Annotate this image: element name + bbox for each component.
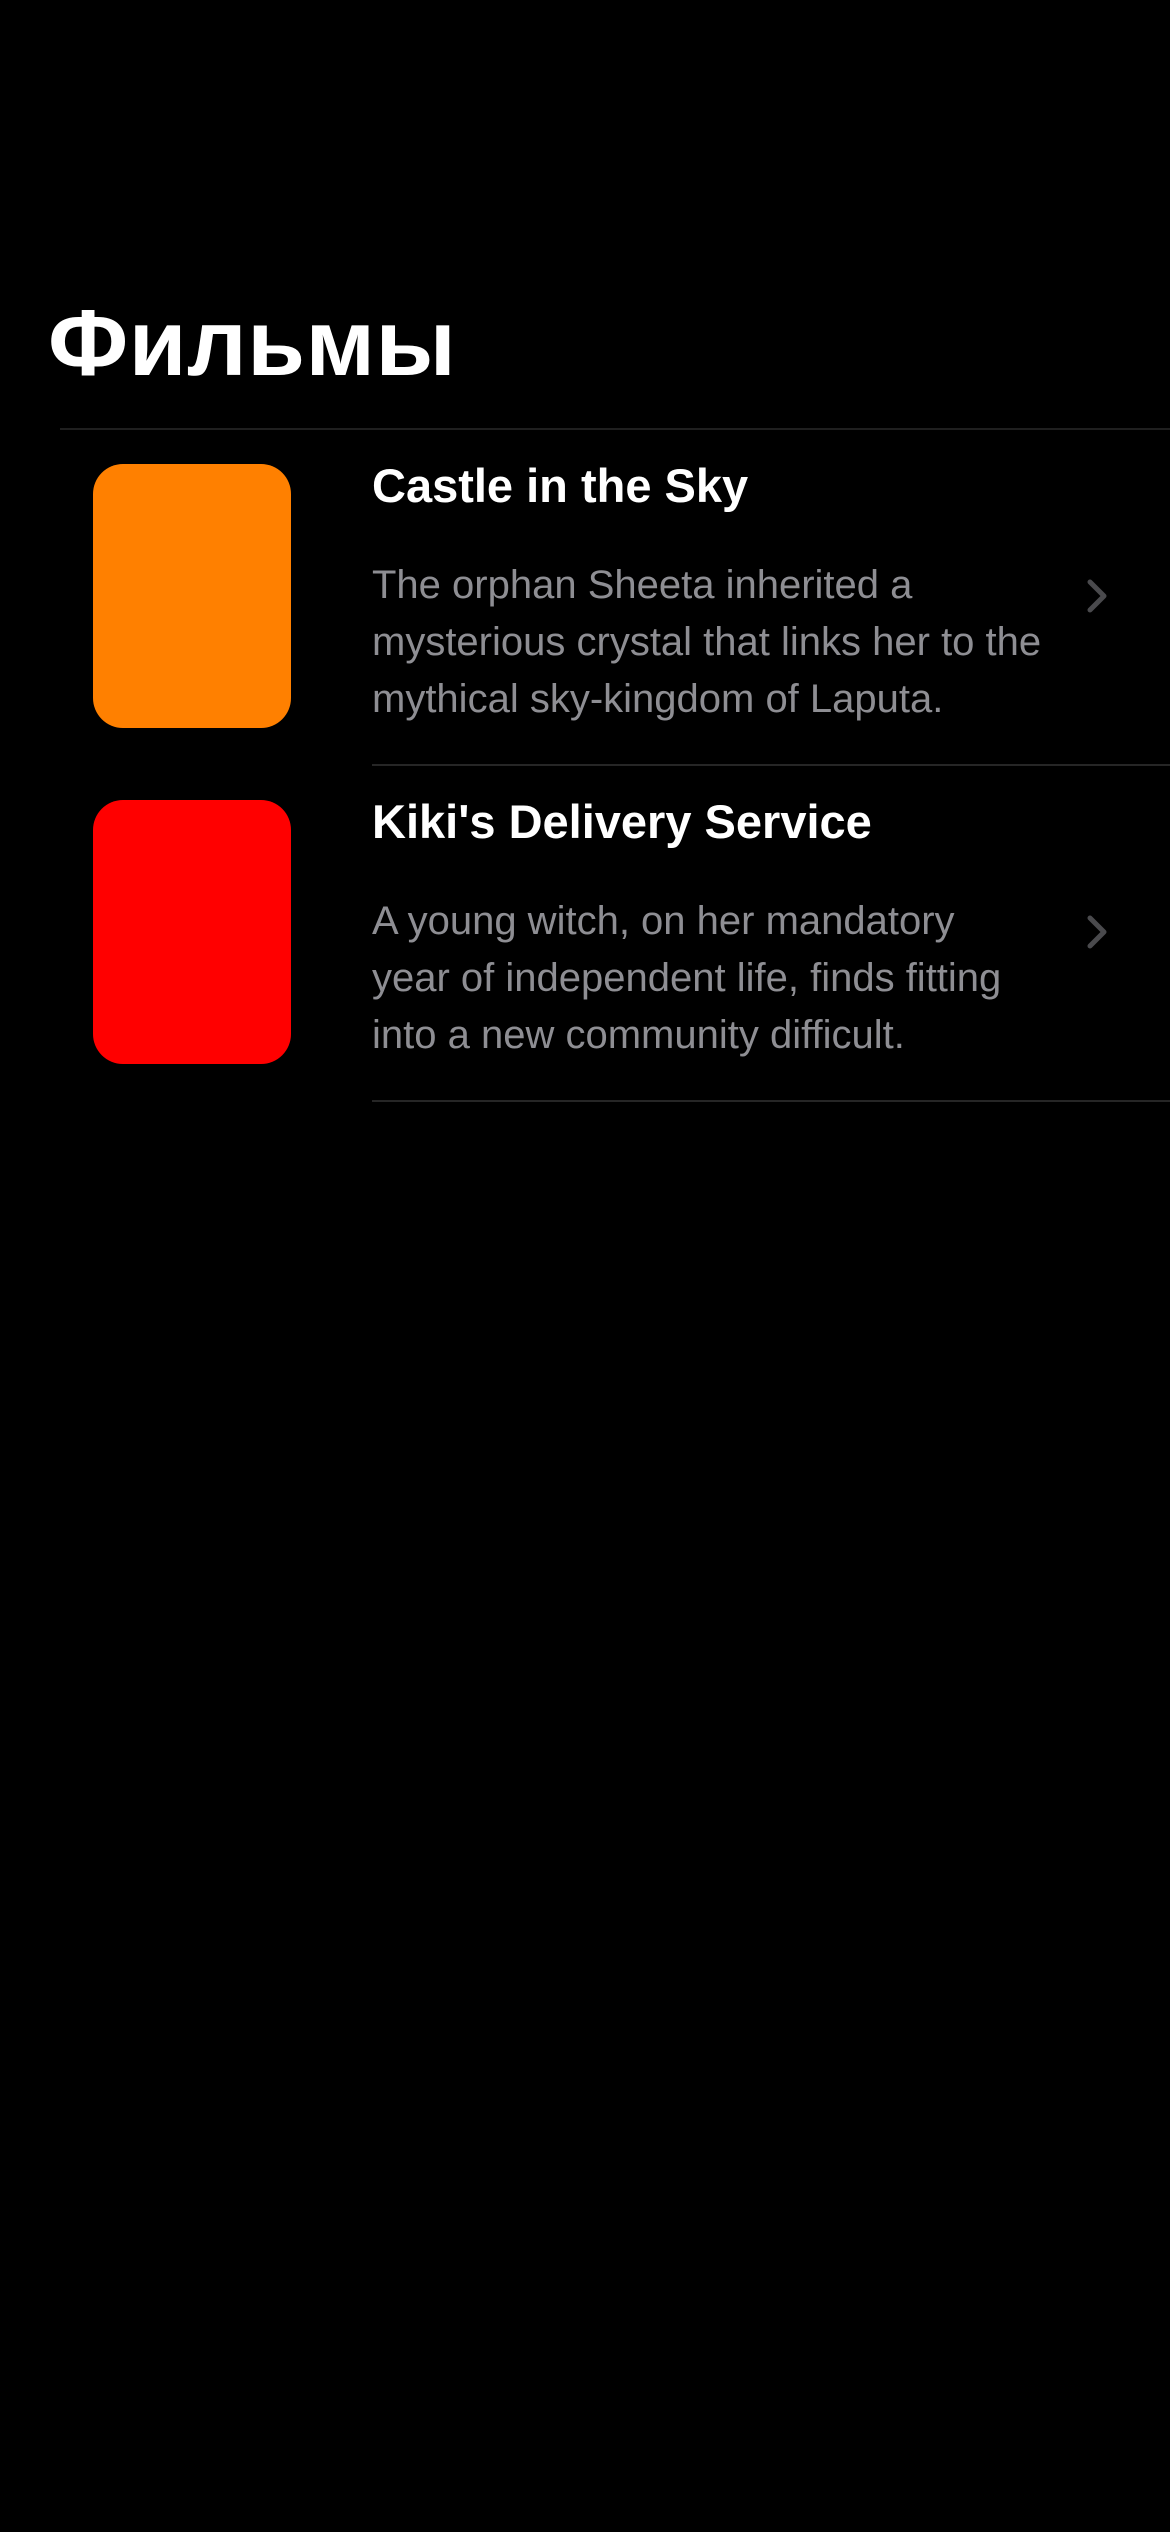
row-divider <box>372 1100 1170 1102</box>
film-title: Kiki's Delivery Service <box>372 795 872 848</box>
film-row-castle-in-the-sky[interactable]: Castle in the Sky The orphan Sheeta inhe… <box>0 430 1170 766</box>
film-description: The orphan Sheeta inherited a mysterious… <box>372 563 1042 721</box>
film-poster <box>93 464 291 728</box>
chevron-right-icon <box>1087 579 1107 613</box>
film-description: A young witch, on her mandatory year of … <box>372 899 1002 1057</box>
film-title: Castle in the Sky <box>372 459 749 512</box>
film-row-kikis-delivery-service[interactable]: Kiki's Delivery Service A young witch, o… <box>0 766 1170 1102</box>
film-list: Castle in the Sky The orphan Sheeta inhe… <box>0 430 1170 1102</box>
page-title: Фильмы <box>48 290 457 395</box>
chevron-right-icon <box>1087 915 1107 949</box>
film-poster <box>93 800 291 1064</box>
